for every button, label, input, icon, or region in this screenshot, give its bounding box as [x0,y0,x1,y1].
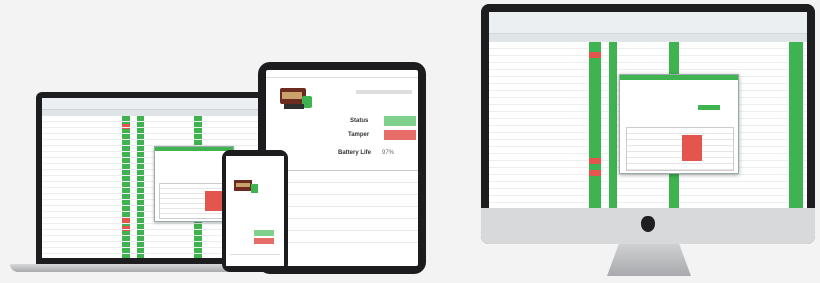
dialog-title-bar [620,75,738,80]
apple-logo-icon [641,216,655,232]
tablet-tamper-badge [384,130,416,140]
imac-toolbar [489,12,807,34]
phone-tamper-badge [254,238,274,244]
imac-table-header [489,34,807,42]
tablet-info-row [356,90,412,94]
tablet-table [284,170,418,246]
imac-chin [481,208,815,244]
phone-machine-thumbnail [234,178,260,196]
imac-device [481,4,815,244]
tablet-screen: Status Tamper Battery Life 97% [266,70,418,266]
imac-alert-cell [589,52,601,58]
dialog-title-bar [155,147,233,151]
tablet-battery-value: 97% [382,150,395,156]
phone-device [222,150,288,272]
phone-status-badge [254,230,274,236]
imac-stand [607,244,691,276]
dialog-table [626,127,734,171]
imac-status-column-2 [609,42,617,208]
imac-screen [489,12,807,208]
phone-table [230,254,280,262]
tablet-battery-label: Battery Life [338,150,372,156]
laptop-toolbar [42,98,262,110]
tablet-tamper-label: Tamper [348,132,370,138]
tablet-topbar [266,70,418,78]
imac-status-column [589,42,601,208]
tablet-status-label: Status [350,118,369,124]
tablet-status-badge [384,116,416,126]
machine-thumbnail [278,84,314,114]
imac-alert-cell [589,170,601,176]
phone-screen [226,156,284,266]
imac-dialog [619,74,739,174]
dialog-alert-cell [682,135,702,161]
imac-alert-cell [589,158,601,164]
dialog-status-badge [698,105,720,110]
imac-status-column-4 [789,42,803,208]
